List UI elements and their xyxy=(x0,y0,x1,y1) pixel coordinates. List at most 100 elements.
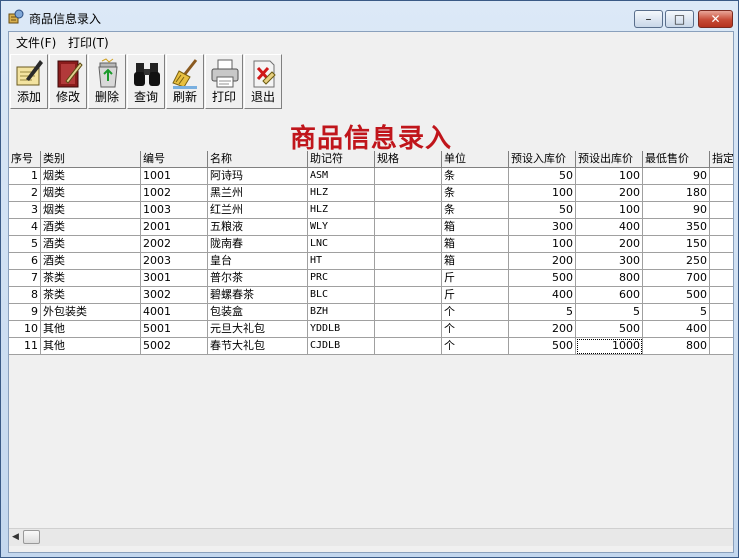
cell-unit[interactable]: 箱 xyxy=(442,219,509,236)
cell-category[interactable]: 其他 xyxy=(41,338,141,355)
horizontal-scrollbar[interactable]: ◀ xyxy=(9,528,733,546)
cell-category[interactable]: 烟类 xyxy=(41,168,141,185)
title-bar[interactable]: 商品信息录入 – □ ✕ xyxy=(1,1,738,31)
col-header-spec[interactable]: 规格 xyxy=(375,151,442,168)
cell-min-price[interactable]: 400 xyxy=(643,321,710,338)
cell-code[interactable]: 1001 xyxy=(141,168,208,185)
scroll-thumb[interactable] xyxy=(23,530,40,544)
cell-in-price[interactable]: 300 xyxy=(509,219,576,236)
cell-in-price[interactable]: 5 xyxy=(509,304,576,321)
cell-mnemonic[interactable]: YDDLB xyxy=(308,321,375,338)
cell-category[interactable]: 烟类 xyxy=(41,185,141,202)
col-header-unit[interactable]: 单位 xyxy=(442,151,509,168)
refresh-button[interactable]: 刷新 xyxy=(166,54,204,109)
cell-spec[interactable] xyxy=(375,253,442,270)
cell-unit[interactable]: 个 xyxy=(442,304,509,321)
cell-unit[interactable]: 箱 xyxy=(442,253,509,270)
cell-mnemonic[interactable]: PRC xyxy=(308,270,375,287)
menu-file[interactable]: 文件(F) xyxy=(16,34,56,51)
cell-seq[interactable]: 1 xyxy=(9,168,41,185)
cell-name[interactable]: 五粮液 xyxy=(208,219,308,236)
cell-min-price[interactable]: 500 xyxy=(643,287,710,304)
data-grid[interactable]: 序号 类别 编号 名称 助记符 规格 单位 预设入库价 预设出库价 最低售价 指… xyxy=(9,151,733,527)
cell-code[interactable]: 2003 xyxy=(141,253,208,270)
cell-unit[interactable]: 个 xyxy=(442,321,509,338)
cell-spec[interactable] xyxy=(375,304,442,321)
cell-spec[interactable] xyxy=(375,219,442,236)
col-header-mnemonic[interactable]: 助记符 xyxy=(308,151,375,168)
cell-code[interactable]: 2001 xyxy=(141,219,208,236)
cell-out-price[interactable]: 400 xyxy=(576,219,643,236)
cell-seq[interactable]: 10 xyxy=(9,321,41,338)
cell-designated[interactable] xyxy=(710,304,733,321)
cell-name[interactable]: 包装盒 xyxy=(208,304,308,321)
cell-spec[interactable] xyxy=(375,202,442,219)
col-header-code[interactable]: 编号 xyxy=(141,151,208,168)
cell-min-price[interactable]: 250 xyxy=(643,253,710,270)
cell-out-price[interactable]: 100 xyxy=(576,202,643,219)
cell-unit[interactable]: 箱 xyxy=(442,236,509,253)
cell-in-price[interactable]: 50 xyxy=(509,202,576,219)
cell-mnemonic[interactable]: HT xyxy=(308,253,375,270)
cell-name[interactable]: 元旦大礼包 xyxy=(208,321,308,338)
cell-category[interactable]: 茶类 xyxy=(41,287,141,304)
cell-seq[interactable]: 9 xyxy=(9,304,41,321)
cell-unit[interactable]: 条 xyxy=(442,202,509,219)
cell-designated[interactable] xyxy=(710,202,733,219)
query-button[interactable]: 查询 xyxy=(127,54,165,109)
cell-unit[interactable]: 条 xyxy=(442,185,509,202)
cell-mnemonic[interactable]: HLZ xyxy=(308,185,375,202)
cell-out-price[interactable]: 200 xyxy=(576,185,643,202)
cell-out-price[interactable]: 500 xyxy=(576,321,643,338)
cell-spec[interactable] xyxy=(375,185,442,202)
cell-name[interactable]: 黑兰州 xyxy=(208,185,308,202)
cell-designated[interactable] xyxy=(710,236,733,253)
scroll-left-icon[interactable]: ◀ xyxy=(12,532,19,542)
cell-code[interactable]: 2002 xyxy=(141,236,208,253)
cell-out-price[interactable]: 1000 xyxy=(576,338,643,355)
cell-code[interactable]: 3001 xyxy=(141,270,208,287)
cell-seq[interactable]: 6 xyxy=(9,253,41,270)
cell-designated[interactable] xyxy=(710,287,733,304)
cell-min-price[interactable]: 150 xyxy=(643,236,710,253)
cell-min-price[interactable]: 90 xyxy=(643,168,710,185)
cell-seq[interactable]: 5 xyxy=(9,236,41,253)
cell-designated[interactable] xyxy=(710,219,733,236)
cell-mnemonic[interactable]: BLC xyxy=(308,287,375,304)
col-header-seq[interactable]: 序号 xyxy=(9,151,41,168)
cell-in-price[interactable]: 100 xyxy=(509,236,576,253)
cell-out-price[interactable]: 5 xyxy=(576,304,643,321)
cell-category[interactable]: 酒类 xyxy=(41,236,141,253)
cell-code[interactable]: 5002 xyxy=(141,338,208,355)
cell-name[interactable]: 陇南春 xyxy=(208,236,308,253)
cell-spec[interactable] xyxy=(375,168,442,185)
cell-seq[interactable]: 3 xyxy=(9,202,41,219)
cell-in-price[interactable]: 100 xyxy=(509,185,576,202)
cell-designated[interactable] xyxy=(710,185,733,202)
cell-unit[interactable]: 斤 xyxy=(442,287,509,304)
cell-in-price[interactable]: 500 xyxy=(509,270,576,287)
col-header-in-price[interactable]: 预设入库价 xyxy=(509,151,576,168)
col-header-designated[interactable]: 指定 xyxy=(710,151,733,168)
cell-code[interactable]: 1003 xyxy=(141,202,208,219)
exit-button[interactable]: 退出 xyxy=(244,54,282,109)
cell-seq[interactable]: 8 xyxy=(9,287,41,304)
cell-in-price[interactable]: 50 xyxy=(509,168,576,185)
cell-unit[interactable]: 条 xyxy=(442,168,509,185)
print-button[interactable]: 打印 xyxy=(205,54,243,109)
cell-out-price[interactable]: 600 xyxy=(576,287,643,304)
col-header-category[interactable]: 类别 xyxy=(41,151,141,168)
cell-name[interactable]: 红兰州 xyxy=(208,202,308,219)
cell-spec[interactable] xyxy=(375,270,442,287)
cell-mnemonic[interactable]: HLZ xyxy=(308,202,375,219)
cell-mnemonic[interactable]: CJDLB xyxy=(308,338,375,355)
cell-min-price[interactable]: 700 xyxy=(643,270,710,287)
cell-mnemonic[interactable]: ASM xyxy=(308,168,375,185)
edit-button[interactable]: 修改 xyxy=(49,54,87,109)
close-button[interactable]: ✕ xyxy=(698,10,733,28)
cell-mnemonic[interactable]: LNC xyxy=(308,236,375,253)
cell-category[interactable]: 茶类 xyxy=(41,270,141,287)
cell-category[interactable]: 酒类 xyxy=(41,253,141,270)
cell-code[interactable]: 4001 xyxy=(141,304,208,321)
cell-spec[interactable] xyxy=(375,236,442,253)
